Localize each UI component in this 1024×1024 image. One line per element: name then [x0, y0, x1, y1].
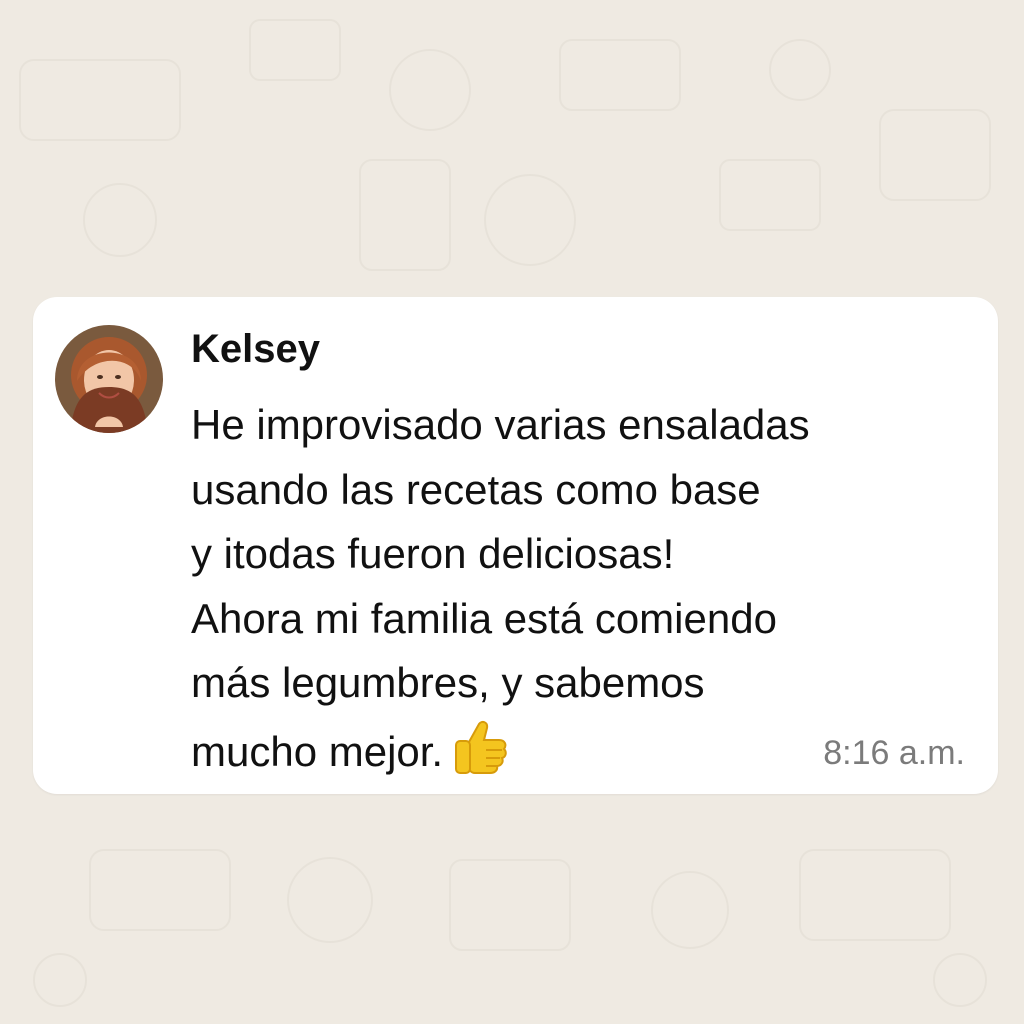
sender-name: Kelsey: [191, 327, 320, 371]
message-timestamp: 8:16 a.m.: [823, 734, 965, 772]
message-line: más legumbres, y sabemos: [191, 659, 705, 706]
message-line: Ahora mi familia está comiendo: [191, 594, 777, 642]
message-line: y itodas fueron deliciosas!: [191, 530, 675, 577]
message-line: He improvisado varias ensaladas: [191, 401, 810, 448]
sender-avatar[interactable]: [55, 325, 163, 433]
thumbs-up-icon: [451, 716, 509, 793]
message-bubble[interactable]: Kelsey He improvisado varias ensaladas u…: [33, 297, 998, 794]
message-last-line-text: mucho mejor.: [191, 727, 444, 775]
message-line: usando las recetas como base: [191, 465, 761, 513]
